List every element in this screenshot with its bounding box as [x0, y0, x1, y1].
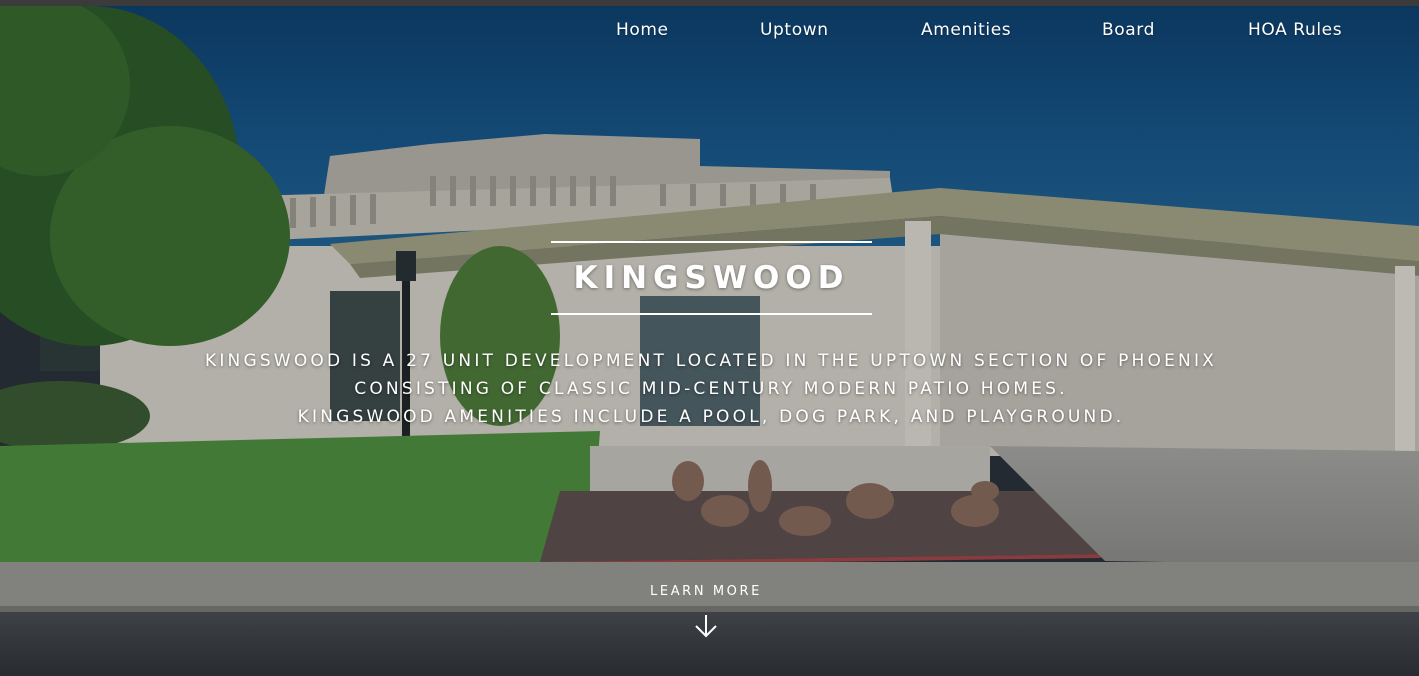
learn-more-button[interactable]: LEARN MORE	[606, 584, 806, 639]
description-line: KINGSWOOD IS A 27 UNIT DEVELOPMENT LOCAT…	[204, 351, 1218, 371]
nav-link-amenities[interactable]: Amenities	[921, 20, 1011, 40]
site-title-block: KINGSWOOD	[551, 241, 872, 315]
nav-link-uptown[interactable]: Uptown	[760, 20, 829, 40]
hero-section: Home Uptown Amenities Board HOA Rules KI…	[0, 6, 1419, 676]
nav-link-home[interactable]: Home	[616, 20, 669, 40]
site-title: KINGSWOOD	[573, 260, 850, 296]
description-line: CONSISTING OF CLASSIC MID-CENTURY MODERN…	[354, 379, 1068, 399]
main-navigation: Home Uptown Amenities Board HOA Rules	[0, 20, 1419, 44]
hero-dark-overlay	[0, 6, 1419, 676]
arrow-down-icon	[695, 615, 717, 638]
learn-more-label: LEARN MORE	[650, 584, 762, 599]
description-line: KINGSWOOD AMENITIES INCLUDE A POOL, DOG …	[297, 407, 1125, 427]
nav-link-board[interactable]: Board	[1102, 20, 1155, 40]
browser-top-edge	[0, 0, 1419, 6]
site-description: KINGSWOOD IS A 27 UNIT DEVELOPMENT LOCAT…	[100, 347, 1322, 431]
nav-link-hoa-rules[interactable]: HOA Rules	[1248, 20, 1342, 40]
